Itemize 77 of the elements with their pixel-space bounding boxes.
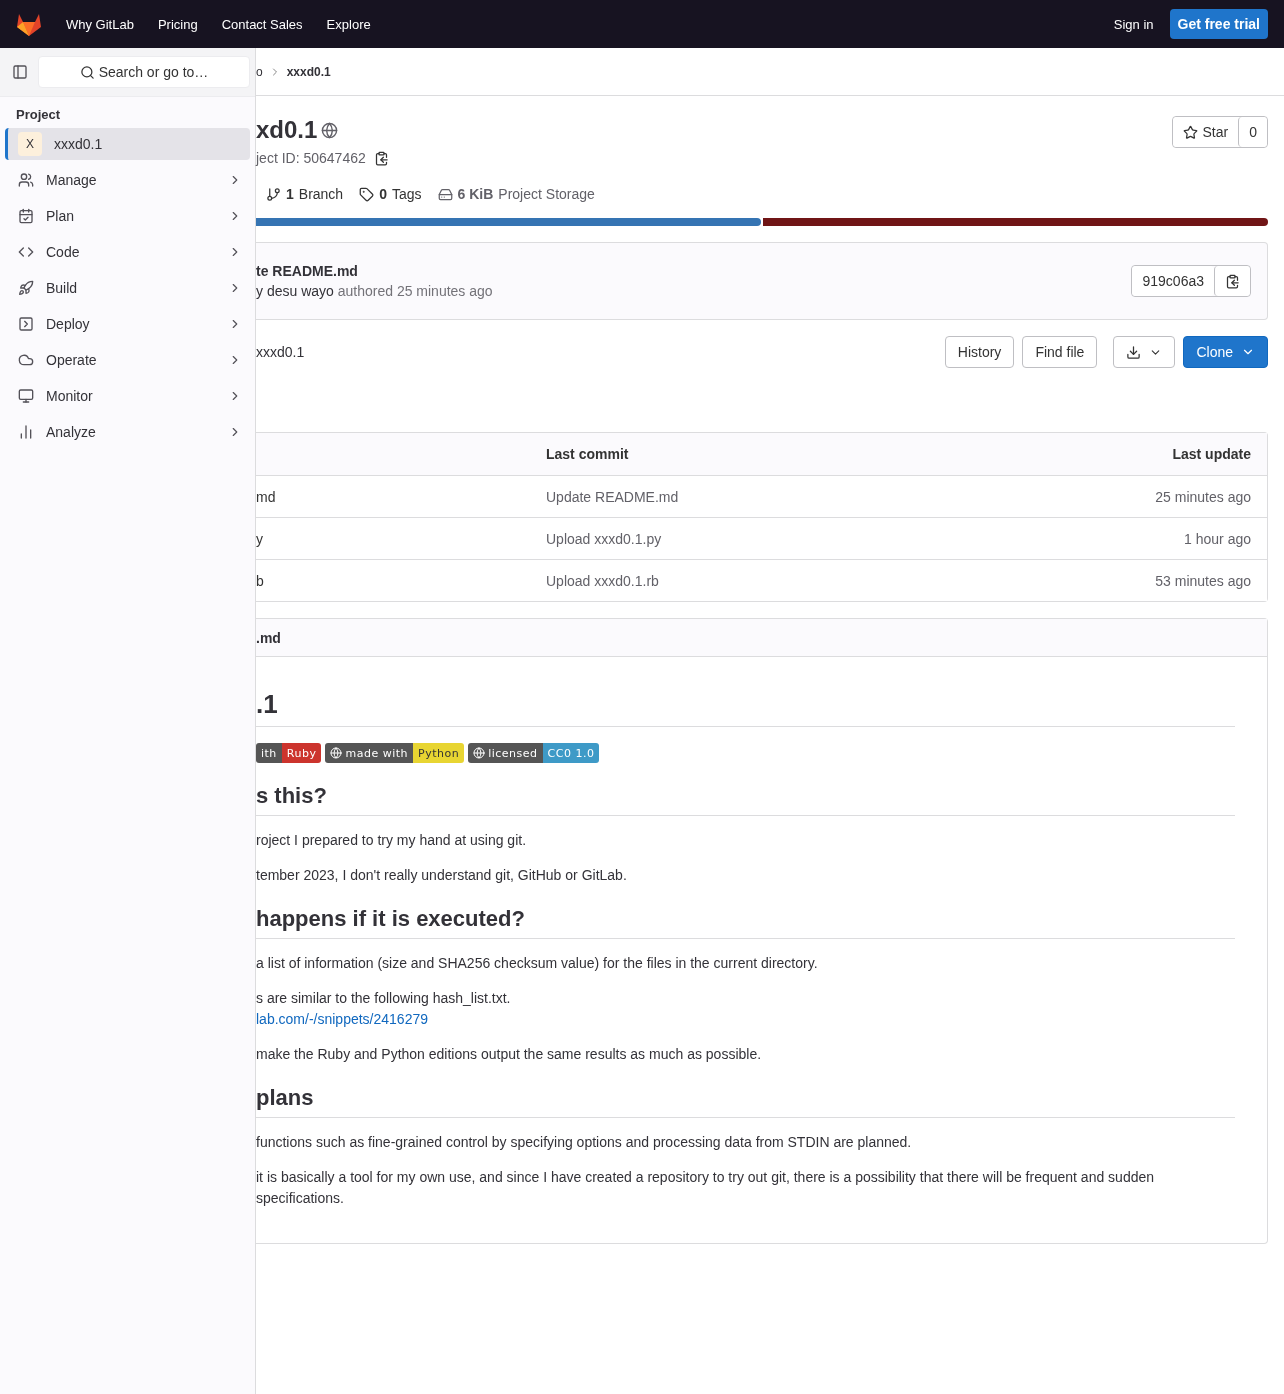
file-name[interactable]: md xyxy=(256,488,546,505)
find-file-button[interactable]: Find file xyxy=(1022,336,1098,368)
breadcrumb-current[interactable]: xxxd0.1 xyxy=(286,64,331,79)
file-name[interactable]: b xyxy=(256,572,546,589)
menu-icon xyxy=(18,316,34,332)
readme-paragraph: s are similar to the following hash_list.txt. lab.com/-/snippets/2416279 xyxy=(256,989,512,1029)
project-title: xd0.1 xyxy=(256,116,318,144)
sidebar-item[interactable]: Plan xyxy=(5,200,250,232)
download-button[interactable] xyxy=(1113,336,1176,368)
storage-icon xyxy=(437,186,453,202)
sidebar-item[interactable]: Build xyxy=(5,272,250,304)
update-time: 53 minutes ago xyxy=(1154,572,1251,589)
nav-link[interactable]: Why GitLab xyxy=(66,16,134,32)
readme-paragraph: it is basically a tool for my own use, and since I have created a repository to try out git, there is a possibility that there will be frequent and sudden specifications. xyxy=(256,1168,1156,1208)
readme-paragraph: a list of information (size and SHA256 checksum value) for the files in the current directory. xyxy=(256,954,819,973)
sidebar-item[interactable]: Monitor xyxy=(5,380,250,412)
download-icon xyxy=(1126,344,1142,360)
readme-heading: s this? xyxy=(256,783,1235,816)
nav-link[interactable]: Explore xyxy=(326,16,371,32)
readme-paragraph: tember 2023, I don't really understand git, GitHub or GitLab. xyxy=(256,866,628,885)
column-header: Last update xyxy=(1171,446,1251,462)
column-header: Last commit xyxy=(546,446,630,462)
commit-message[interactable]: Upload xxxd0.1.rb xyxy=(546,572,1051,589)
commit-sha[interactable]: 919c06a3 xyxy=(1132,266,1214,296)
section-heading: Project xyxy=(15,106,62,124)
copy-icon xyxy=(1225,273,1240,289)
clone-button[interactable]: Clone xyxy=(1183,336,1268,368)
readme-heading: .1 xyxy=(256,689,1235,727)
sign-in-link[interactable]: Sign in xyxy=(1113,16,1154,32)
sidebar-item[interactable]: Operate xyxy=(5,344,250,376)
readme-heading: happens if it is executed? xyxy=(256,906,1235,939)
branch-path[interactable]: xxxd0.1 xyxy=(256,344,305,360)
commit-title[interactable]: te README.md xyxy=(256,263,493,279)
menu-icon xyxy=(18,244,34,260)
search-field[interactable]: Search or go to… xyxy=(38,56,250,88)
project-stat[interactable]: 6 KiB Project Storage xyxy=(437,186,595,202)
copy-icon[interactable] xyxy=(373,150,389,166)
nav-link[interactable]: Pricing xyxy=(157,16,198,32)
star-count[interactable]: 0 xyxy=(1238,117,1267,147)
commit-message[interactable]: Update README.md xyxy=(546,488,1051,505)
nav-link[interactable]: Contact Sales xyxy=(221,16,303,32)
readme-paragraph: make the Ruby and Python editions output the same results as much as possible. xyxy=(256,1045,763,1064)
project-stat[interactable]: 0 Tags xyxy=(359,186,422,202)
update-time: 25 minutes ago xyxy=(1154,488,1251,505)
menu-icon xyxy=(18,352,34,368)
project-id: ject ID: 50647462 xyxy=(256,150,366,166)
readme-filename[interactable]: .md xyxy=(256,629,281,646)
file-name[interactable]: y xyxy=(256,530,546,547)
tag-icon xyxy=(359,186,375,202)
branch-icon xyxy=(266,186,281,202)
search-icon xyxy=(79,64,95,80)
copy-button[interactable] xyxy=(1214,266,1250,296)
sidebar-item[interactable]: Code xyxy=(5,236,250,268)
free-trial-button[interactable]: Get free trial xyxy=(1169,9,1268,39)
project-stat[interactable]: 1 Branch xyxy=(266,186,344,202)
commit-message[interactable]: Upload xxxd0.1.py xyxy=(546,530,1051,547)
readme-paragraph: functions such as fine-grained control by specifying options and processing data from STDIN are planned. xyxy=(256,1133,913,1152)
project-avatar: X xyxy=(18,132,42,156)
menu-icon xyxy=(18,280,34,296)
update-time: 1 hour ago xyxy=(1183,530,1251,547)
sidebar-toggle-icon[interactable] xyxy=(12,64,28,80)
readme-heading: plans xyxy=(256,1085,1235,1118)
breadcrumb-link[interactable]: o xyxy=(256,64,263,79)
menu-icon xyxy=(18,424,34,440)
readme-paragraph: roject I prepared to try my hand at using git. xyxy=(256,831,528,850)
snippet-link[interactable]: lab.com/-/snippets/2416279 xyxy=(256,1011,428,1027)
history-button[interactable]: History xyxy=(944,336,1015,368)
sidebar-item[interactable]: Manage xyxy=(5,164,250,196)
menu-icon xyxy=(18,172,34,188)
menu-icon xyxy=(18,388,34,404)
menu-icon xyxy=(18,208,34,224)
globe-icon xyxy=(321,121,339,139)
commit-meta: y desu wayo authored 25 minutes ago xyxy=(256,283,493,299)
star-icon xyxy=(1182,124,1198,140)
sidebar-item[interactable]: X xxxd0.1 xyxy=(5,128,250,160)
sidebar-item[interactable]: Deploy xyxy=(5,308,250,340)
sidebar-item[interactable]: Analyze xyxy=(5,416,250,448)
